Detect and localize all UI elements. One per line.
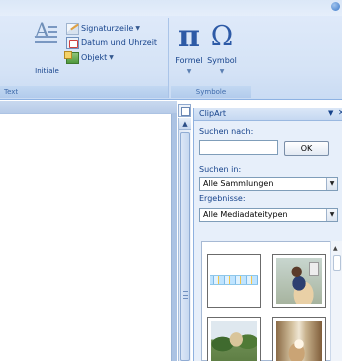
- pane-header: ClipArt ▼ ✕: [194, 108, 342, 121]
- pane-options-icon[interactable]: ▼: [328, 109, 333, 117]
- formel-label: Formel: [175, 56, 203, 65]
- document-vertical-scrollbar[interactable]: ▲: [178, 118, 191, 361]
- symbol-label: Symbol: [207, 56, 237, 65]
- chevron-down-icon: ▼: [135, 25, 140, 32]
- ribbon-group-text: dArt A Initiale Signaturzeile ▼ Datum un…: [0, 18, 169, 98]
- chevron-down-icon: ▼: [109, 54, 114, 61]
- clipart-results-grid: [201, 241, 331, 361]
- object-icon: [64, 50, 79, 64]
- scroll-up-icon[interactable]: ▲: [333, 245, 338, 252]
- clipart-thumbnail[interactable]: [207, 317, 261, 361]
- document-area: [0, 101, 177, 361]
- chevron-down-icon[interactable]: ▼: [326, 209, 337, 221]
- search-in-select[interactable]: Alle Sammlungen ▼: [199, 177, 338, 191]
- objekt-button[interactable]: Objekt ▼: [64, 50, 114, 64]
- search-in-value: Alle Sammlungen: [203, 179, 274, 188]
- objekt-label: Objekt: [81, 53, 108, 62]
- ok-button[interactable]: OK: [284, 141, 329, 156]
- ruler-toggle-icon[interactable]: [178, 104, 191, 117]
- group-label-symbole: Symbole: [171, 86, 251, 98]
- ribbon-group-symbole: π Formel ▼ Ω Symbol ▼ Symbole: [171, 18, 251, 98]
- initiale-icon: A: [35, 18, 57, 43]
- signaturzeile-label: Signaturzeile: [81, 24, 134, 33]
- office-orb-icon[interactable]: [331, 2, 340, 11]
- decorative-border-image: [210, 275, 258, 285]
- close-icon[interactable]: ✕: [338, 108, 342, 117]
- scrollbar-thumb[interactable]: [333, 255, 341, 271]
- signaturzeile-button[interactable]: Signaturzeile ▼: [66, 22, 140, 35]
- datum-uhrzeit-button[interactable]: Datum und Uhrzeit: [66, 36, 157, 49]
- calendar-clock-icon: [66, 36, 79, 49]
- media-type-value: Alle Mediadateitypen: [203, 210, 288, 219]
- datum-label: Datum und Uhrzeit: [81, 38, 158, 47]
- search-in-label: Suchen in:: [199, 165, 242, 174]
- ribbon: dArt A Initiale Signaturzeile ▼ Datum un…: [0, 0, 342, 100]
- omega-icon: Ω: [210, 21, 234, 52]
- chevron-down-icon: ▼: [219, 68, 225, 75]
- chevron-down-icon[interactable]: ▼: [326, 178, 337, 190]
- initiale-label: Initiale: [35, 67, 59, 75]
- document-page[interactable]: [0, 114, 172, 361]
- results-label: Ergebnisse:: [199, 194, 246, 203]
- signature-line-icon: [66, 22, 79, 35]
- ruler-strip: [0, 101, 177, 113]
- search-label: Suchen nach:: [199, 127, 254, 136]
- search-input[interactable]: [199, 140, 278, 155]
- group-label-text: Text: [0, 86, 168, 98]
- formel-button[interactable]: π Formel ▼: [174, 18, 204, 75]
- scrollbar-thumb[interactable]: [180, 132, 190, 361]
- pane-title: ClipArt: [199, 109, 227, 118]
- clipart-thumbnail[interactable]: [207, 254, 261, 308]
- pi-icon: π: [178, 19, 200, 54]
- photo-image: [276, 258, 322, 304]
- clipart-thumbnail[interactable]: [272, 254, 326, 308]
- results-scrollbar[interactable]: ▲: [330, 241, 342, 361]
- chevron-down-icon: ▼: [186, 68, 192, 75]
- scroll-up-icon[interactable]: ▲: [179, 118, 191, 130]
- clipart-thumbnail[interactable]: [272, 317, 326, 361]
- symbol-button[interactable]: Ω Symbol ▼: [205, 18, 239, 75]
- clipart-task-pane: ClipArt ▼ ✕ Suchen nach: OK Suchen in: A…: [193, 108, 342, 361]
- photo-image: [211, 321, 257, 361]
- ribbon-tab-strip: [0, 0, 342, 16]
- photo-image: [276, 321, 322, 361]
- grip-icon: [183, 291, 188, 299]
- media-type-select[interactable]: Alle Mediadateitypen ▼: [199, 208, 338, 222]
